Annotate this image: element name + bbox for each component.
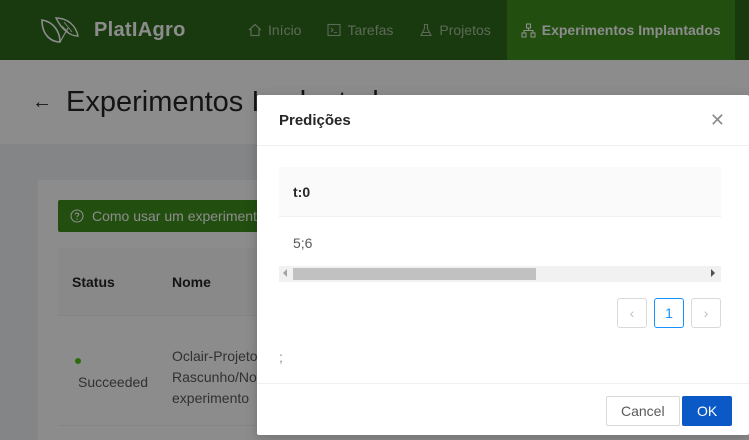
modal-header: Predições bbox=[257, 95, 749, 146]
modal-title: Predições bbox=[279, 111, 351, 129]
scroll-left-icon[interactable] bbox=[283, 269, 287, 277]
close-icon[interactable]: ✕ bbox=[710, 111, 725, 129]
modal-extra-text: ; bbox=[279, 349, 283, 365]
pagination-prev-button[interactable]: ‹ bbox=[617, 298, 647, 328]
ok-button[interactable]: OK bbox=[682, 396, 733, 426]
cancel-button[interactable]: Cancel bbox=[606, 396, 680, 426]
scrollbar-thumb[interactable] bbox=[293, 268, 536, 280]
predictions-table-header: t:0 bbox=[279, 167, 721, 217]
prediction-cell: 5;6 bbox=[293, 235, 313, 251]
chevron-right-icon: › bbox=[703, 305, 709, 321]
predictions-modal: Predições ✕ t:0 5;6 ‹ 1 › ; Cancel OK bbox=[257, 95, 749, 435]
modal-footer: Cancel OK bbox=[257, 383, 749, 435]
horizontal-scrollbar[interactable] bbox=[279, 266, 721, 282]
page-number: 1 bbox=[665, 305, 673, 321]
column-header-t0: t:0 bbox=[293, 184, 311, 200]
scroll-right-icon[interactable] bbox=[711, 269, 715, 277]
pagination-page-button[interactable]: 1 bbox=[654, 298, 684, 328]
chevron-left-icon: ‹ bbox=[629, 305, 635, 321]
pagination-next-button[interactable]: › bbox=[691, 298, 721, 328]
